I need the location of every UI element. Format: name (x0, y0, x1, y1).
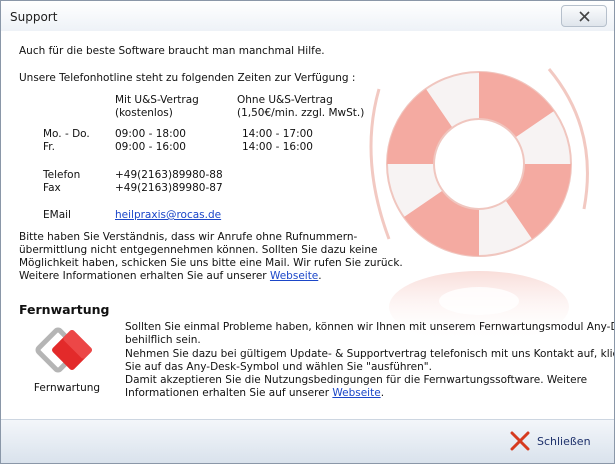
intro-text: Auch für die beste Software braucht man … (19, 45, 325, 57)
notice-line: Möglichkeit haben, schicken Sie uns bitt… (19, 257, 403, 269)
remote-line: behilflich sein. (125, 334, 201, 346)
remote-line: Sie auf das Any-Desk-Symbol und wählen S… (125, 361, 432, 373)
hours-day: Fr. (43, 141, 55, 153)
content-area: Auch für die beste Software braucht man … (1, 31, 614, 419)
fax-label: Fax (43, 182, 61, 194)
phone-number: +49(2163)89980-88 (115, 169, 223, 181)
close-dialog-button[interactable]: Schließen (509, 428, 599, 454)
remote-line: Sollten Sie einmal Probleme haben, könne… (125, 321, 615, 333)
website-link[interactable]: Webseite (270, 270, 318, 282)
more-info-text: Weitere Informationen erhalten Sie auf u… (19, 270, 270, 282)
fax-number: +49(2163)89980-87 (115, 182, 223, 194)
remote-line: Nehmen Sie dazu bei gültigem Update- & S… (125, 348, 615, 360)
window-title: Support (10, 10, 58, 24)
remote-last-line: Informationen erhalten Sie auf unserer W… (125, 387, 384, 400)
support-window: Support Auch für die beste Software brau… (0, 0, 615, 464)
close-icon (578, 10, 590, 22)
title-bar: Support (1, 1, 614, 32)
email-label: EMail (43, 209, 71, 221)
close-dialog-label: Schließen (537, 434, 591, 448)
remote-website-link[interactable]: Webseite (332, 387, 380, 399)
hours-without: 14:00 - 16:00 (242, 141, 313, 153)
remote-last-suffix: . (380, 387, 385, 399)
remote-heading: Fernwartung (19, 302, 110, 317)
remote-last-text: Informationen erhalten Sie auf unserer (125, 387, 333, 399)
col-with-contract-sub: (kostenlos) (115, 107, 173, 119)
more-info-line: Weitere Informationen erhalten Sie auf u… (19, 270, 322, 283)
notice-line: Bitte haben Sie Verständnis, dass wir An… (19, 231, 358, 243)
col-without-contract-sub: (1,50€/min. zzgl. MwSt.) (237, 107, 365, 119)
close-x-icon (510, 431, 530, 451)
email-link[interactable]: heilpraxis@rocas.de (115, 209, 221, 222)
col-without-contract-head: Ohne U&S-Vertrag (237, 94, 333, 106)
remote-line: Damit akzeptieren Sie die Nutzungsbeding… (125, 374, 588, 386)
anydesk-icon (35, 327, 92, 373)
hours-with: 09:00 - 18:00 (115, 128, 186, 140)
notice-line: übermittlung nicht entgegennehmen können… (19, 244, 378, 256)
phone-label: Telefon (43, 169, 81, 181)
hours-without: 14:00 - 17:00 (242, 128, 313, 140)
footer-bar: Schließen (1, 419, 614, 463)
window-close-button[interactable] (561, 5, 607, 27)
anydesk-button[interactable]: Fernwartung (25, 325, 109, 405)
col-with-contract-head: Mit U&S-Vertrag (115, 94, 199, 106)
more-info-suffix: . (318, 270, 322, 282)
lifebuoy-icon (369, 68, 589, 343)
hours-with: 09:00 - 16:00 (115, 141, 186, 153)
anydesk-label: Fernwartung (33, 382, 101, 394)
hours-day: Mo. - Do. (43, 128, 90, 140)
hotline-intro: Unsere Telefonhotline steht zu folgenden… (19, 72, 356, 84)
